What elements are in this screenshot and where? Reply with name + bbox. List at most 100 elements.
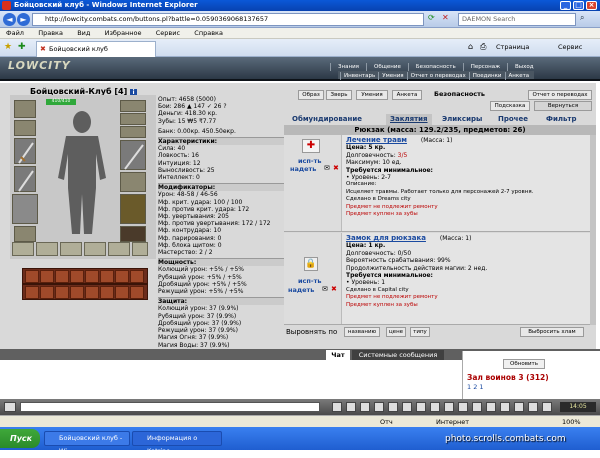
search-input[interactable]: DAEMON Search <box>458 13 576 26</box>
tab-chat[interactable]: Чат <box>326 350 350 360</box>
subtab-transfers[interactable]: Отчет о переводах <box>406 72 469 80</box>
add-favorite-icon[interactable]: ✚ <box>18 42 26 52</box>
toolbar-icon[interactable] <box>500 402 510 412</box>
section-characteristics[interactable]: Характеристики: <box>158 137 284 146</box>
quick-slot[interactable] <box>130 286 144 299</box>
tab-system-messages[interactable]: Системные сообщения <box>352 350 444 360</box>
menu-view[interactable]: Вид <box>77 28 90 39</box>
refresh-button[interactable]: Обновить <box>503 359 545 369</box>
bracer-slot[interactable] <box>14 120 36 136</box>
legs-slot[interactable] <box>120 194 146 224</box>
home-icon[interactable]: ⌂ <box>468 42 473 51</box>
throw-junk-button[interactable]: Выбросить хлам <box>520 327 584 337</box>
sort-by-name-button[interactable]: названию <box>344 327 380 337</box>
close-button[interactable]: × <box>586 1 597 10</box>
pet-button[interactable]: Зверь <box>326 90 352 100</box>
menu-favorites[interactable]: Избранное <box>105 28 142 39</box>
toolbar-icon[interactable] <box>444 402 454 412</box>
wear-link[interactable]: надеть <box>290 165 316 173</box>
quick-slot[interactable] <box>85 270 99 283</box>
quick-slot[interactable] <box>25 286 39 299</box>
sort-by-price-button[interactable]: цене <box>386 327 406 337</box>
shield-slot[interactable] <box>120 172 146 192</box>
subtab-fights[interactable]: Поединки <box>468 72 505 80</box>
hint-button[interactable]: Подсказка <box>490 101 530 111</box>
chat-menu-icon[interactable] <box>4 402 16 412</box>
slot-bottom-5[interactable] <box>108 242 130 256</box>
toolbar-icon[interactable] <box>332 402 342 412</box>
tab-communication[interactable]: Общение <box>365 63 408 71</box>
image-button[interactable]: Образ <box>298 90 324 100</box>
menu-tools[interactable]: Сервис <box>156 28 180 39</box>
tab-spells[interactable]: Заклятия <box>386 114 432 125</box>
transfer-icon[interactable]: ✉ <box>322 285 328 293</box>
slot-bottom-1[interactable] <box>12 242 34 256</box>
tab-knowledge[interactable]: Знания <box>330 63 366 71</box>
quick-slot[interactable] <box>25 270 39 283</box>
forward-arrow-icon[interactable]: ► <box>17 13 30 26</box>
security-label[interactable]: Безопасность <box>434 90 485 98</box>
tab-equipment[interactable]: Обмундирование <box>292 114 362 125</box>
ring-slot-2[interactable] <box>120 113 146 125</box>
address-input[interactable]: http://lowcity.combats.com/buttons.pl?ba… <box>32 13 424 26</box>
quick-slot[interactable] <box>130 270 144 283</box>
toolbar-icon[interactable] <box>360 402 370 412</box>
transfer-report-button[interactable]: Отчет о переводах <box>528 90 592 100</box>
backpack-scrollbar[interactable] <box>590 135 596 325</box>
delete-icon[interactable]: ✖ <box>333 164 339 172</box>
wear-link[interactable]: надеть <box>288 286 314 294</box>
item-name[interactable]: Замок для рюкзака <box>346 234 426 242</box>
gloves-slot[interactable] <box>120 126 146 138</box>
tab-filter[interactable]: Фильтр <box>546 114 576 125</box>
subtab-profile[interactable]: Анкета <box>504 72 533 80</box>
task-info[interactable]: Информация о Katrino -... <box>132 431 222 455</box>
quick-slot[interactable] <box>55 270 69 283</box>
sort-by-type-button[interactable]: типу <box>410 327 430 337</box>
boots-slot[interactable] <box>120 226 146 242</box>
subtab-inventory[interactable]: Инвентарь <box>340 72 378 80</box>
tab-other[interactable]: Прочее <box>498 114 528 125</box>
minimize-button[interactable]: _ <box>560 1 571 10</box>
menu-help[interactable]: Справка <box>194 28 223 39</box>
tools-menu-button[interactable]: Сервис <box>558 43 582 51</box>
room-pages[interactable]: 1 2 1 <box>467 383 484 391</box>
subtab-skills[interactable]: Умения <box>378 72 406 80</box>
section-power[interactable]: Мощность: <box>158 258 284 267</box>
ring-slot-1[interactable] <box>120 100 146 112</box>
favorites-star-icon[interactable]: ★ <box>4 42 12 52</box>
toolbar-icon[interactable] <box>402 402 412 412</box>
section-defense[interactable]: Защита: <box>158 297 284 306</box>
delete-icon[interactable]: ✖ <box>331 285 337 293</box>
slot-bottom-3[interactable] <box>60 242 82 256</box>
item-name[interactable]: Лечение травм <box>346 136 407 144</box>
weapon-left-slot[interactable] <box>14 138 36 164</box>
quick-slot[interactable] <box>70 286 84 299</box>
toolbar-icon[interactable] <box>542 402 552 412</box>
toolbar-icon[interactable] <box>514 402 524 412</box>
back-arrow-icon[interactable]: ◄ <box>3 13 16 26</box>
menu-file[interactable]: Файл <box>6 28 24 39</box>
tab-exit[interactable]: Выход <box>507 63 541 71</box>
toolbar-icon[interactable] <box>416 402 426 412</box>
use-link[interactable]: исп-ть <box>298 157 321 165</box>
toolbar-icon[interactable] <box>458 402 468 412</box>
toolbar-icon[interactable] <box>528 402 538 412</box>
slot-bottom-4[interactable] <box>84 242 106 256</box>
toolbar-icon[interactable] <box>430 402 440 412</box>
belt-slot[interactable] <box>14 226 36 242</box>
quick-slot[interactable] <box>40 286 54 299</box>
tab-character[interactable]: Персонаж <box>462 63 507 71</box>
stop-icon[interactable]: ✕ <box>442 13 449 22</box>
quick-slot[interactable] <box>85 286 99 299</box>
profile-button[interactable]: Анкета <box>392 90 422 100</box>
slot-bottom-2[interactable] <box>36 242 58 256</box>
armor-slot[interactable] <box>12 194 38 224</box>
menu-edit[interactable]: Правка <box>38 28 63 39</box>
quick-slot[interactable] <box>55 286 69 299</box>
browser-tab[interactable]: ✖ Бойцовский клуб <box>36 41 156 57</box>
page-menu-button[interactable]: Страница <box>496 43 529 51</box>
toolbar-icon[interactable] <box>486 402 496 412</box>
chat-input[interactable] <box>20 402 320 412</box>
transfer-icon[interactable]: ✉ <box>324 164 330 172</box>
tab-security[interactable]: Безопасность <box>407 63 463 71</box>
